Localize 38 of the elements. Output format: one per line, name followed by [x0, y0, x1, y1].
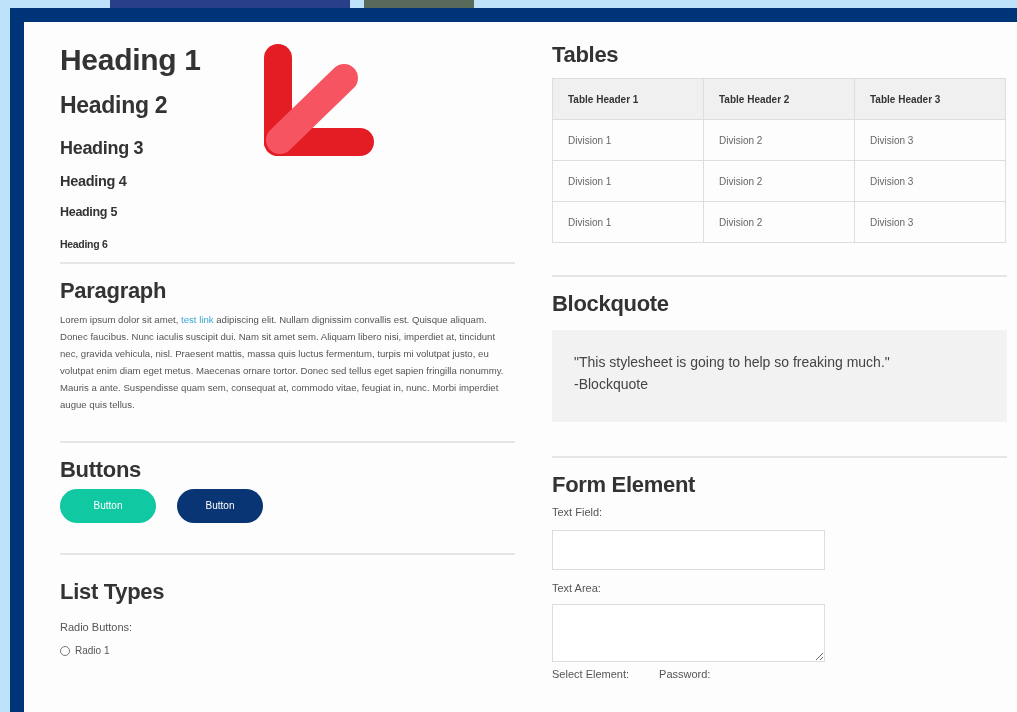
- heading-text: Heading 2: [60, 92, 169, 120]
- heading-text: Heading 5: [60, 204, 119, 220]
- table-header-cell: Table Header 2: [703, 78, 855, 120]
- section-title: Blockquote: [552, 291, 670, 318]
- text-input-field[interactable]: [552, 530, 825, 571]
- radio-label: Radio 1: [75, 645, 110, 657]
- field-label: Text Area:: [552, 582, 602, 595]
- radio-group-label: Radio Buttons:: [60, 621, 134, 634]
- text-area-field[interactable]: [552, 604, 825, 663]
- table-cell: Division 3: [854, 119, 1006, 161]
- section-title: Paragraph: [60, 278, 168, 305]
- table-cell: Division 1: [552, 119, 704, 161]
- table-header-cell: Table Header 3: [854, 78, 1006, 120]
- field-label: Text Field:: [552, 506, 604, 519]
- table-cell: Division 3: [854, 201, 1006, 243]
- section-title: List Types: [60, 578, 166, 606]
- field-label: Password:: [659, 668, 711, 681]
- table-cell: Division 3: [854, 160, 1006, 202]
- field-label: Select Element:: [552, 668, 630, 681]
- heading-text: Heading 4: [60, 173, 128, 191]
- section-title: Buttons: [60, 456, 142, 483]
- quote-text: "This stylesheet is going to help so freaking much.": [574, 353, 891, 370]
- heading-text: Heading 6: [60, 237, 109, 251]
- paragraph-text: Lorem ipsum dolor sit amet, test link adipiscing elit. Nullam dignissim convallis est. Quisque aliquam. Donec faucibus. Nunc iaculis suscipit dui. Nam sit amet sem. Aliquam libero nisi, imperdiet at, tincidunt nec, gravida vehicula, nisl. Praesent mattis, massa quis luctus fermentum, turpis mi volutpat justo, eu volutpat enim diam eget metus. Maecenas ornare tortor. Donec sed tellus eget sapien fringilla nonummy. Mauris a ante. Suspendisse quam sem, consequat at, commodo vitae, feugiat in, nunc. Morbi imperdiet augue quis tellus.: [60, 312, 505, 412]
- table-cell: Division 2: [703, 201, 855, 243]
- table-cell: Division 2: [703, 160, 855, 202]
- radio-icon[interactable]: [60, 645, 70, 656]
- section-title: Form Element: [552, 471, 697, 499]
- section-title: Tables: [552, 42, 620, 69]
- table-cell: Division 1: [552, 201, 704, 243]
- radio-option[interactable]: Radio 1: [60, 645, 515, 657]
- pill-button[interactable]: Button: [177, 488, 263, 523]
- heading-text: Heading 1: [60, 42, 202, 78]
- quote-citation: -Blockquote: [574, 375, 649, 392]
- table-header-cell: Table Header 1: [552, 78, 704, 120]
- heading-text: Heading 3: [60, 137, 145, 160]
- table-cell: Division 2: [703, 119, 855, 161]
- table-cell: Division 1: [552, 160, 704, 202]
